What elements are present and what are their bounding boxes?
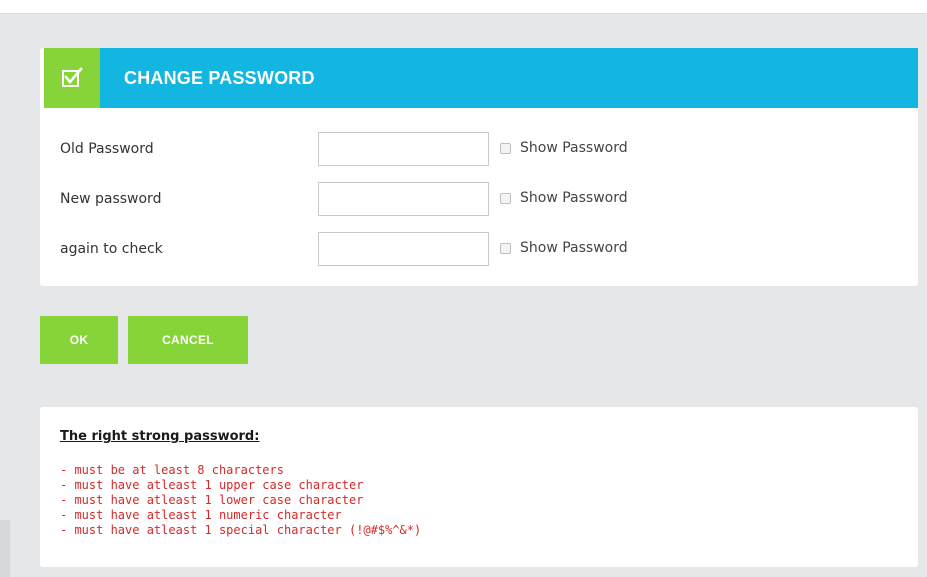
rule-item: - must be at least 8 characters: [60, 463, 284, 477]
top-edge: [0, 0, 927, 14]
old-password-show-checkbox[interactable]: [500, 142, 511, 154]
old-password-row: Old Password Show Password: [40, 132, 918, 166]
old-password-input[interactable]: [318, 132, 489, 166]
again-password-show-checkbox[interactable]: [500, 242, 511, 254]
new-password-show-toggle[interactable]: Show Password: [500, 190, 628, 206]
new-password-show-label: Show Password: [520, 190, 628, 206]
card-header: CHANGE PASSWORD: [44, 48, 918, 108]
rule-item: - must have atleast 1 upper case charact…: [60, 478, 364, 492]
rule-item: - must have atleast 1 lower case charact…: [60, 493, 364, 507]
new-password-input[interactable]: [318, 182, 489, 216]
old-password-show-label: Show Password: [520, 140, 628, 156]
rule-item: - must have atleast 1 special character …: [60, 523, 422, 537]
rule-item: - must have atleast 1 numeric character: [60, 508, 342, 522]
card-title: CHANGE PASSWORD: [124, 67, 315, 88]
again-password-row: again to check Show Password: [40, 232, 918, 266]
again-password-show-label: Show Password: [520, 240, 628, 256]
again-password-label: again to check: [60, 241, 163, 257]
again-password-show-toggle[interactable]: Show Password: [500, 240, 628, 256]
checkbox-checked-icon: [62, 67, 83, 87]
password-rules-card: The right strong password: - must be at …: [40, 407, 918, 567]
ok-button[interactable]: OK: [40, 316, 118, 364]
old-password-label: Old Password: [60, 141, 154, 157]
cancel-button[interactable]: CANCEL: [128, 316, 248, 364]
new-password-label: New password: [60, 191, 162, 207]
new-password-show-checkbox[interactable]: [500, 192, 511, 204]
left-shade: [0, 520, 10, 577]
again-password-input[interactable]: [318, 232, 489, 266]
old-password-show-toggle[interactable]: Show Password: [500, 140, 628, 156]
header-icon-box: [44, 48, 100, 108]
rules-list: - must be at least 8 characters - must h…: [60, 463, 421, 538]
rules-title: The right strong password:: [60, 429, 260, 444]
change-password-card: CHANGE PASSWORD Old Password Show Passwo…: [40, 48, 918, 286]
new-password-row: New password Show Password: [40, 182, 918, 216]
